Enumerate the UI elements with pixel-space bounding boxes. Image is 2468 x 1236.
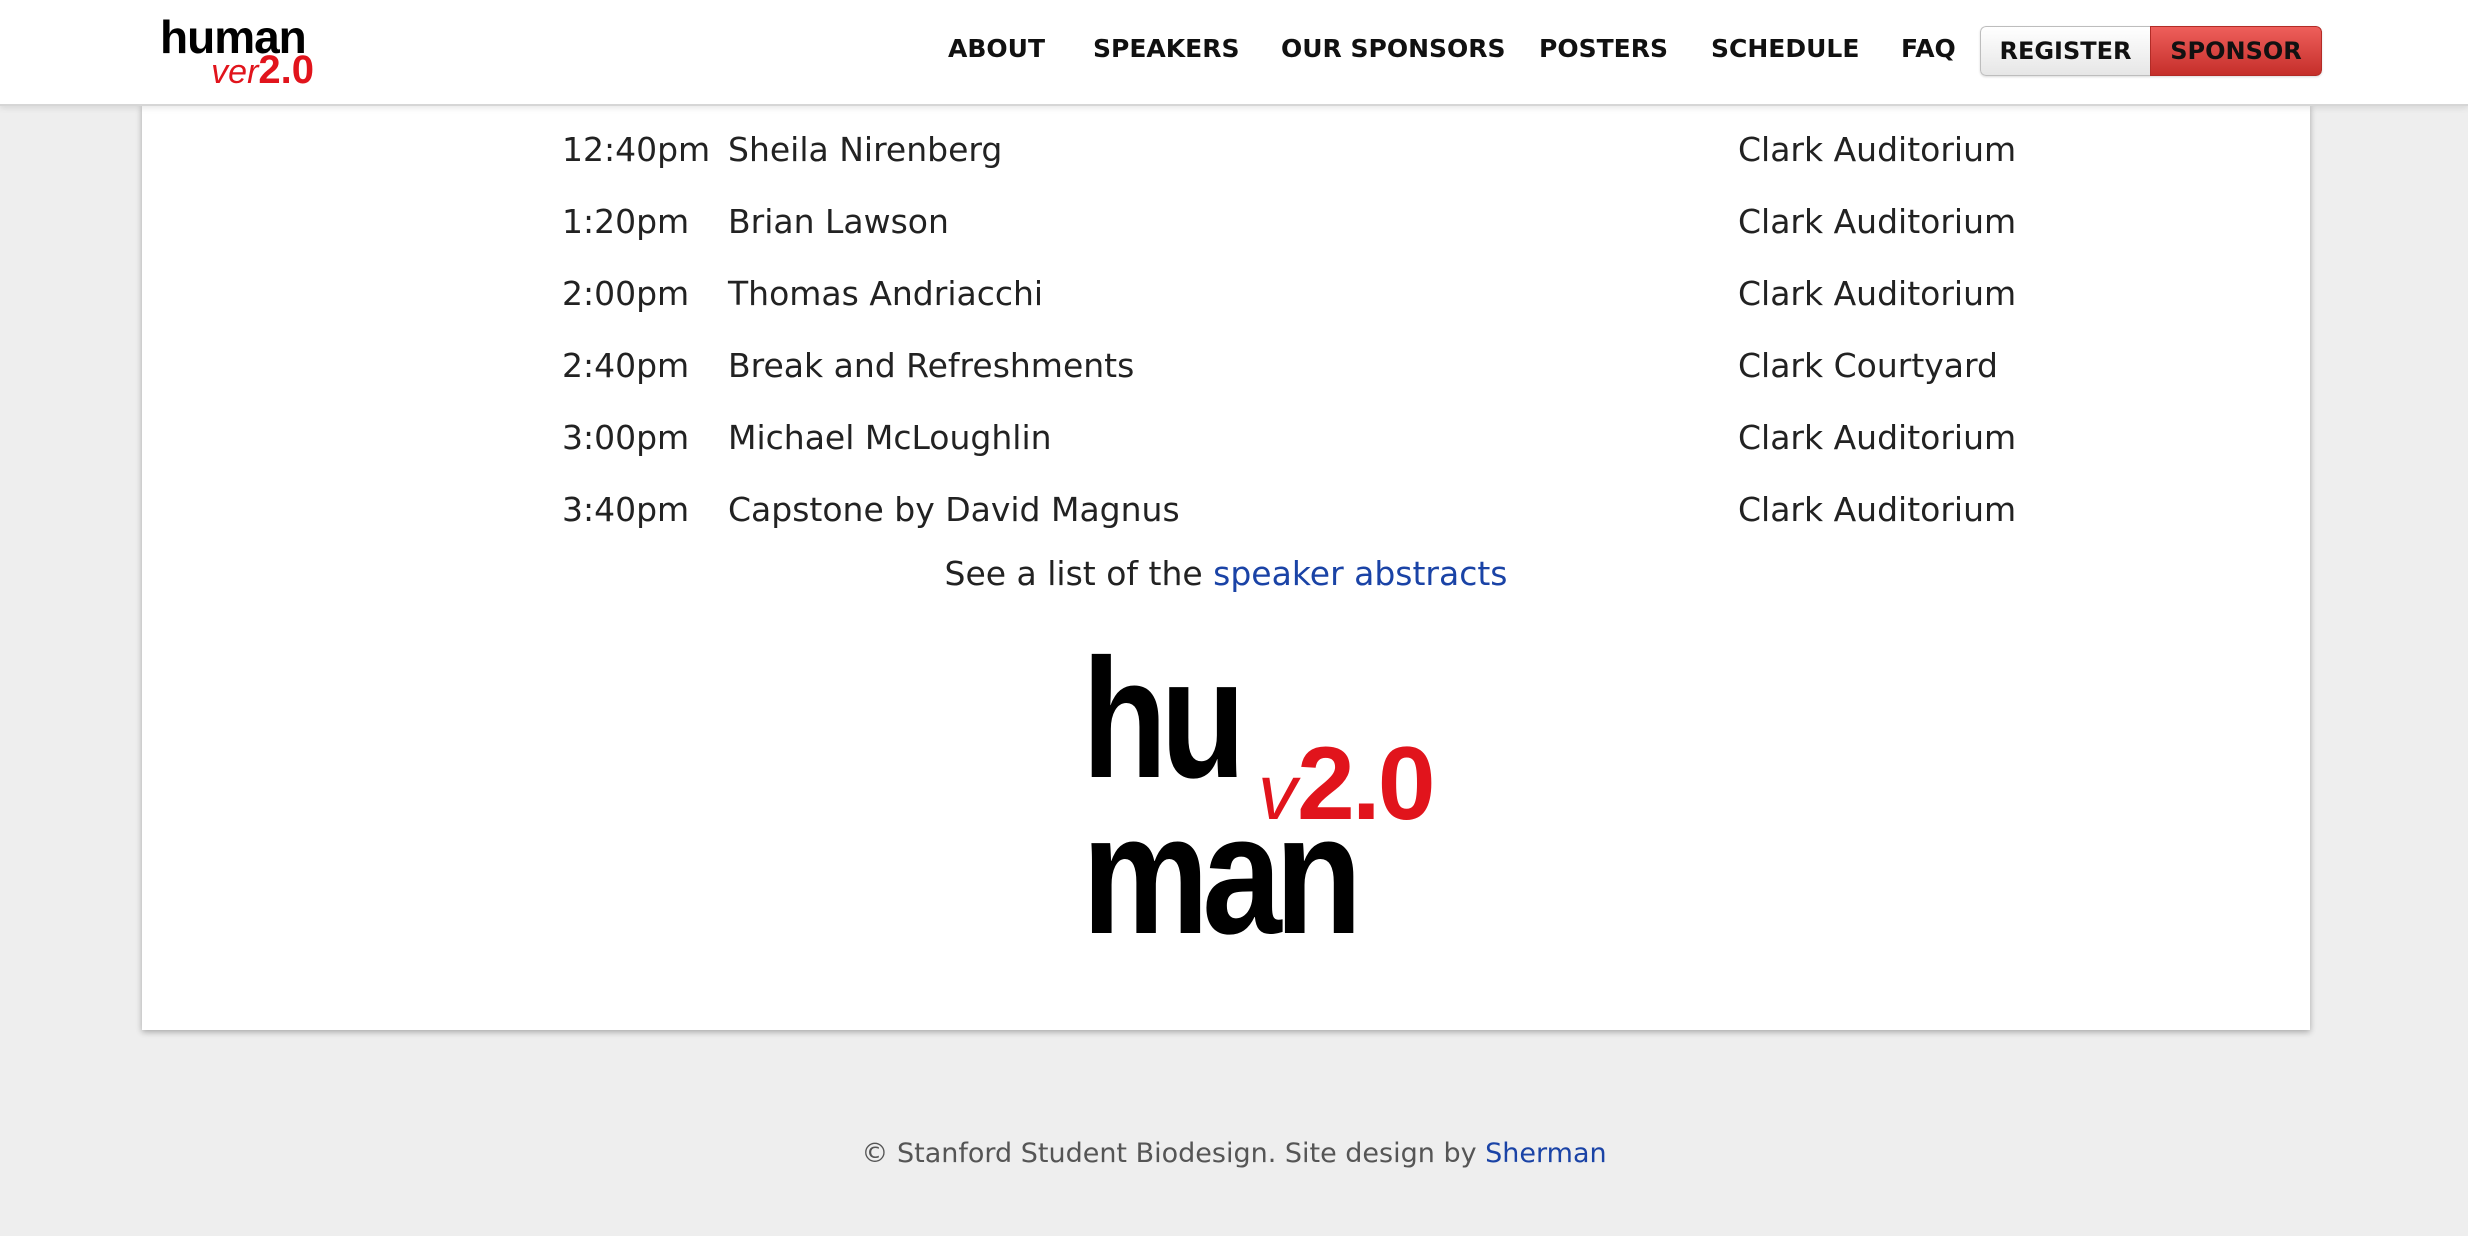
schedule-location: Clark Auditorium (1738, 490, 2017, 529)
schedule-time: 3:00pm (562, 418, 690, 457)
schedule-row: 2:40pm Break and Refreshments Clark Cour… (562, 340, 1998, 412)
schedule-location: Clark Courtyard (1738, 346, 1998, 385)
schedule-location: Clark Auditorium (1738, 274, 2017, 313)
nav-item-faq[interactable]: FAQ (1901, 34, 1956, 63)
schedule-time: 12:40pm (562, 130, 711, 169)
footer: © Stanford Student Biodesign. Site desig… (0, 1138, 2468, 1169)
speaker-abstracts-link[interactable]: speaker abstracts (1213, 554, 1507, 593)
human-v2-logo: hu v2.0 man (1082, 634, 1482, 970)
schedule-location: Clark Auditorium (1738, 202, 2017, 241)
footer-designer-link[interactable]: Sherman (1485, 1138, 1606, 1169)
schedule-table: 12:40pm Sheila Nirenberg Clark Auditoriu… (562, 124, 2016, 556)
speaker-abstracts-prefix: See a list of the (944, 554, 1214, 593)
schedule-row: 3:00pm Michael McLoughlin Clark Auditori… (562, 412, 2016, 484)
schedule-time: 3:40pm (562, 490, 690, 529)
schedule-row: 2:00pm Thomas Andriacchi Clark Auditoriu… (562, 268, 2016, 340)
schedule-event: Brian Lawson (728, 202, 949, 241)
footer-copyright: © Stanford Student Biodesign. Site desig… (861, 1138, 1486, 1169)
schedule-event: Sheila Nirenberg (728, 130, 1003, 169)
main-content-card: 12:40pm Sheila Nirenberg Clark Auditoriu… (142, 104, 2310, 1030)
nav-item-posters[interactable]: POSTERS (1539, 34, 1668, 63)
schedule-location: Clark Auditorium (1738, 130, 2017, 169)
logo-man: man (1082, 780, 1362, 970)
schedule-time: 2:40pm (562, 346, 690, 385)
sponsor-button[interactable]: SPONSOR (2150, 26, 2322, 76)
schedule-event: Michael McLoughlin (728, 418, 1052, 457)
nav-item-speakers[interactable]: SPEAKERS (1093, 34, 1239, 63)
nav-item-our-sponsors[interactable]: OUR SPONSORS (1281, 34, 1506, 63)
nav-item-schedule[interactable]: SCHEDULE (1711, 34, 1859, 63)
schedule-row: 3:40pm Capstone by David Magnus Clark Au… (562, 484, 2016, 556)
schedule-location: Clark Auditorium (1738, 418, 2017, 457)
schedule-time: 2:00pm (562, 274, 690, 313)
nav-item-about[interactable]: ABOUT (948, 34, 1045, 63)
register-button[interactable]: REGISTER (1980, 26, 2150, 76)
schedule-time: 1:20pm (562, 202, 690, 241)
cta-button-group: REGISTER SPONSOR (1980, 26, 2322, 76)
schedule-event: Break and Refreshments (728, 346, 1135, 385)
schedule-row: 12:40pm Sheila Nirenberg Clark Auditoriu… (562, 124, 2016, 196)
schedule-event: Capstone by David Magnus (728, 490, 1180, 529)
logo-hu: hu (1082, 624, 1246, 814)
speaker-abstracts-line: See a list of the speaker abstracts (142, 554, 2310, 593)
schedule-row: 1:20pm Brian Lawson Clark Auditorium (562, 196, 2016, 268)
schedule-event: Thomas Andriacchi (728, 274, 1044, 313)
top-navbar: human ver2.0 ABOUT SPEAKERS OUR SPONSORS… (0, 0, 2468, 106)
